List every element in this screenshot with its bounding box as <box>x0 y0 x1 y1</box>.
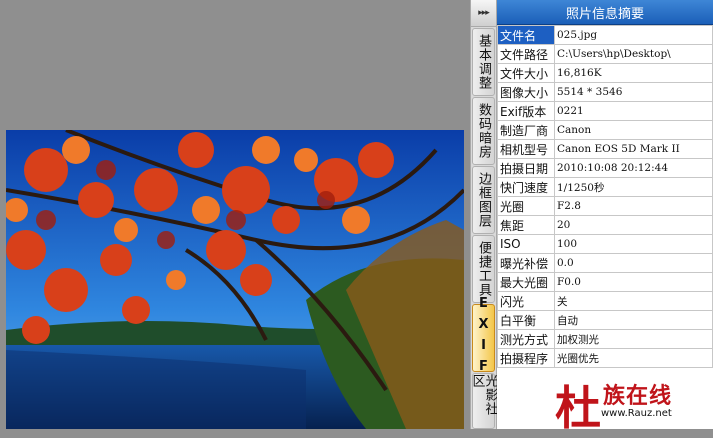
table-row[interactable]: 焦距 20 <box>497 215 713 235</box>
exif-value: 100 <box>554 234 713 254</box>
exif-key: 文件大小 <box>497 63 555 83</box>
table-row[interactable]: 文件大小 16,816K <box>497 63 713 83</box>
exif-value: 关 <box>554 291 713 311</box>
exif-key: 图像大小 <box>497 82 555 102</box>
table-row[interactable]: 文件名 025.jpg <box>497 25 713 45</box>
logo-name: 族在线 <box>603 384 673 409</box>
table-row[interactable]: 测光方式 加权测光 <box>497 329 713 349</box>
tab-community[interactable]: 光影社区 <box>470 373 498 429</box>
exif-key: 拍摄日期 <box>497 158 555 178</box>
tab-exif[interactable]: EXIF <box>472 296 495 380</box>
image-canvas[interactable] <box>0 0 470 429</box>
side-tab-bar: ▸▸▸ 基本调整 数码暗房 边框图层 便捷工具 EXIF 光影社区 <box>470 0 498 429</box>
table-row[interactable]: 制造厂商 Canon <box>497 120 713 140</box>
collapse-panel-button[interactable]: ▸▸▸ <box>471 0 496 27</box>
table-row[interactable]: Exif版本 0221 <box>497 101 713 121</box>
exif-key: 拍摄程序 <box>497 348 555 368</box>
table-row[interactable]: 闪光关 <box>497 291 713 311</box>
exif-value: 20 <box>554 215 713 235</box>
exif-value: 0.0 <box>554 253 713 273</box>
tab-basic-adjust[interactable]: 基本调整 <box>472 28 495 96</box>
exif-value: F2.8 <box>554 196 713 216</box>
exif-key: 快门速度 <box>497 177 555 197</box>
exif-key: 焦距 <box>497 215 555 235</box>
exif-value: 加权测光 <box>554 329 713 349</box>
table-row[interactable]: 曝光补偿 0.0 <box>497 253 713 273</box>
exif-key: 白平衡 <box>497 310 555 330</box>
exif-value: C:\Users\hp\Desktop\ <box>554 44 713 64</box>
exif-key: 测光方式 <box>497 329 555 349</box>
exif-key: ISO <box>497 234 555 254</box>
table-row[interactable]: 最大光圈 F0.0 <box>497 272 713 292</box>
exif-key: Exif版本 <box>497 101 555 121</box>
exif-value: 光圈优先 <box>554 348 713 368</box>
exif-value: F0.0 <box>554 272 713 292</box>
table-row[interactable]: 光圈 F2.8 <box>497 196 713 216</box>
table-row[interactable]: 拍摄日期 2010:10:08 20:12:44 <box>497 158 713 178</box>
exif-table: 文件名 025.jpg 文件路径 C:\Users\hp\Desktop\ 文件大小 16… <box>497 25 713 368</box>
tab-border-layer[interactable]: 边框图层 <box>472 166 495 234</box>
exif-value: 2010:10:08 20:12:44 <box>554 158 713 178</box>
tab-quick-tools[interactable]: 便捷工具 <box>472 235 495 303</box>
exif-key: 相机型号 <box>497 139 555 159</box>
exif-key: 文件名 <box>497 25 555 45</box>
table-row[interactable]: 图像大小 5514 * 3546 <box>497 82 713 102</box>
table-row[interactable]: 相机型号 Canon EOS 5D Mark II <box>497 139 713 159</box>
exif-key: 制造厂商 <box>497 120 555 140</box>
table-row[interactable]: 快门速度 1/1250秒 <box>497 177 713 197</box>
watermark-logo: 杜 族在线 www.Rauz.net <box>525 374 707 435</box>
photo-preview <box>6 130 464 429</box>
table-row[interactable]: 文件路径 C:\Users\hp\Desktop\ <box>497 44 713 64</box>
exif-value: Canon <box>554 120 713 140</box>
exif-value: 0221 <box>554 101 713 121</box>
table-row[interactable]: ISO 100 <box>497 234 713 254</box>
exif-value: 1/1250秒 <box>554 177 713 197</box>
exif-value: Canon EOS 5D Mark II <box>554 139 713 159</box>
panel-title: 照片信息摘要 <box>497 0 713 25</box>
exif-key: 最大光圈 <box>497 272 555 292</box>
logo-url: www.Rauz.net <box>601 408 672 419</box>
exif-value: 5514 * 3546 <box>554 82 713 102</box>
exif-value: 自动 <box>554 310 713 330</box>
tab-digital-darkroom[interactable]: 数码暗房 <box>472 97 495 165</box>
table-row[interactable]: 拍摄程序 光圈优先 <box>497 348 713 368</box>
logo-mark: 杜 <box>555 381 601 435</box>
photo-info-panel: 照片信息摘要 文件名 025.jpg 文件路径 C:\Users\hp\Desktop… <box>497 0 713 435</box>
exif-key: 闪光 <box>497 291 555 311</box>
exif-key: 文件路径 <box>497 44 555 64</box>
table-row[interactable]: 白平衡 自动 <box>497 310 713 330</box>
exif-value: 025.jpg <box>554 25 713 45</box>
exif-key: 曝光补偿 <box>497 253 555 273</box>
exif-key: 光圈 <box>497 196 555 216</box>
exif-value: 16,816K <box>554 63 713 83</box>
